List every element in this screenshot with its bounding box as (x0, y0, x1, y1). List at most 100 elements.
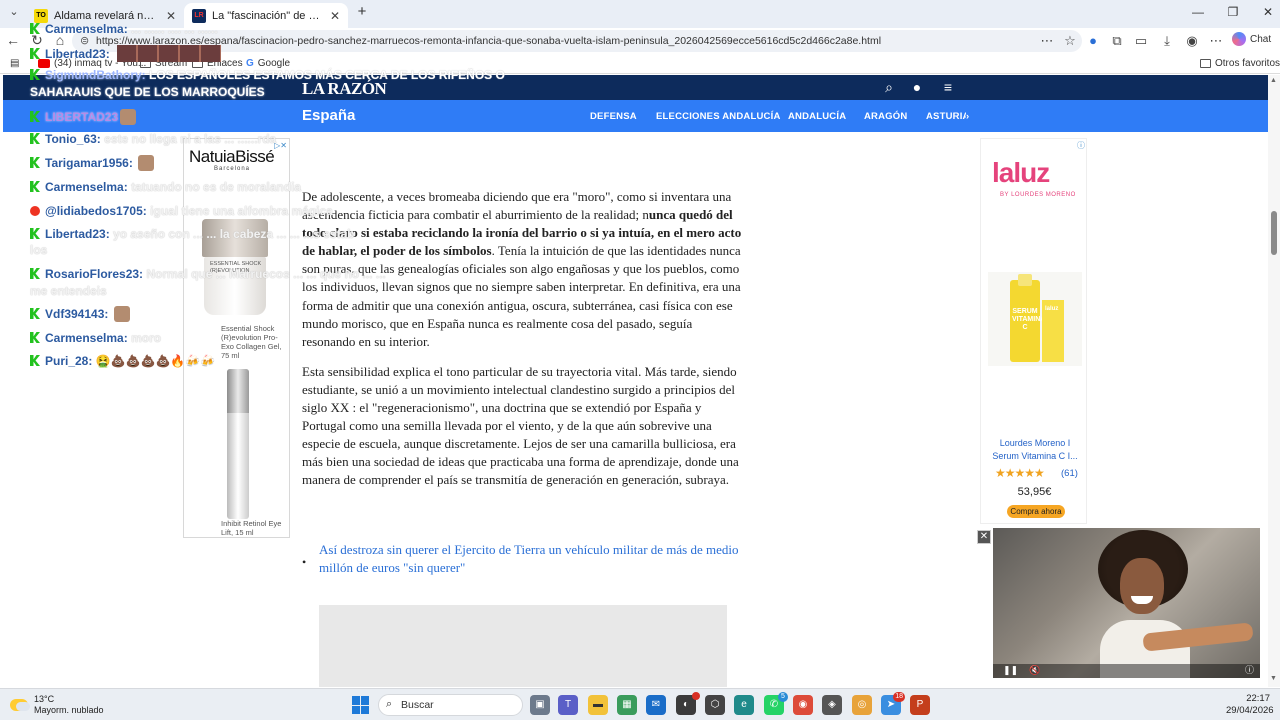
back-icon[interactable]: ← (3, 32, 23, 48)
search-icon: ⌕ (386, 698, 393, 710)
emote-icon (138, 155, 155, 171)
teams-icon[interactable]: T (558, 695, 578, 715)
nav-andalucia[interactable]: ANDALUCÍA (788, 111, 846, 122)
start-button-icon[interactable] (352, 696, 370, 714)
split-screen-icon[interactable]: ▭ (1132, 33, 1150, 49)
app-icon[interactable]: ◐ (676, 692, 700, 715)
weather-temp: 13°C (34, 694, 55, 704)
nav-next-chevron-icon[interactable]: › (966, 111, 969, 122)
user-icon[interactable]: ● (908, 79, 926, 95)
nav-aragon[interactable]: ARAGÓN (864, 111, 907, 122)
chrome-icon[interactable]: ◉ (793, 695, 813, 715)
info-icon[interactable]: ⓘ (1245, 663, 1254, 676)
eye-serum-image[interactable] (227, 369, 249, 519)
restore-icon[interactable]: ❐ (1221, 5, 1245, 19)
ad-brand-sub: BY LOURDES MORENO (1000, 192, 1076, 198)
product-1-name[interactable]: Essential Shock (R)evolution Pro-Exo Col… (221, 324, 287, 360)
extensions-icon[interactable]: ⧉ (1108, 33, 1126, 49)
menu-icon[interactable]: ≡ (939, 79, 957, 95)
search-icon[interactable]: ⌕ (880, 79, 898, 96)
telegram-icon[interactable]: ➤ 18 (881, 692, 905, 715)
mail-icon[interactable]: ✉ (646, 695, 666, 715)
serum-product-image[interactable]: SERUM VITAMINA C laluz (988, 272, 1082, 366)
buy-now-button[interactable]: Compra ahora (1007, 505, 1065, 518)
settings-menu-icon[interactable]: ⋯ (1207, 33, 1225, 49)
kick-icon (30, 69, 40, 80)
adchoices-icon[interactable]: ⓘ (1077, 140, 1085, 151)
tab-close-icon[interactable]: ✕ (330, 9, 340, 23)
mute-icon[interactable]: 🔇 (1029, 665, 1040, 676)
account-avatar-icon[interactable]: ◉ (1183, 33, 1201, 49)
whatsapp-icon[interactable]: ✆ 5 (764, 692, 788, 715)
bottle-cap (1018, 274, 1032, 286)
chat-text: me entendeis (30, 284, 107, 298)
telegram-badge: 18 (893, 692, 905, 702)
site-logo[interactable]: LA RAZÓN (302, 79, 387, 99)
scroll-up-icon[interactable]: ▲ (1270, 77, 1277, 84)
more-options-icon[interactable]: ⋯ (1038, 33, 1056, 49)
tab-close-icon[interactable]: ✕ (166, 9, 176, 23)
chat-message: Vdf394143: (30, 306, 130, 322)
chat-message: LIBERTAD23 (30, 109, 137, 125)
app-icon[interactable]: ◎ (852, 695, 872, 715)
bookmarks-toggle-icon[interactable]: ▤ (10, 58, 19, 69)
nav-defensa[interactable]: DEFENSA (590, 111, 637, 122)
app-icon[interactable]: ◈ (822, 695, 842, 715)
tab-title: La "fascinación" de Pedro Sánchez (212, 9, 324, 22)
tab-search-chevron-icon[interactable]: ⌄ (4, 5, 24, 18)
cloudy-weather-icon (10, 699, 30, 711)
kick-icon (30, 181, 40, 192)
nav-elecciones-andalucia[interactable]: ELECCIONES ANDALUCÍA (656, 111, 781, 122)
natura-bisse-ad[interactable]: ▷✕ NatuiaBissé Barcelona ESSENTIAL SHOCK… (183, 138, 290, 538)
product-2-name[interactable]: Inhibit Retinol Eye Lift, 15 ml (221, 519, 287, 537)
chat-message-continued: los (30, 243, 47, 257)
scroll-down-icon[interactable]: ▼ (1270, 675, 1277, 682)
other-favorites[interactable]: Otros favoritos (1200, 58, 1280, 69)
downloads-icon[interactable]: ⤓ (1158, 33, 1176, 49)
taskbar-clock[interactable]: 22:17 29/04/2026 (1226, 693, 1274, 717)
video-controls: ❚❚ 🔇 ⓘ (993, 664, 1260, 678)
tab-favicon-icon: LR (192, 8, 206, 23)
chat-message: SigmundBathory: LOS ESPAÑOLES ESTAMOS MÁ… (30, 68, 505, 82)
close-window-icon[interactable]: ✕ (1256, 5, 1280, 19)
scroll-thumb[interactable] (1271, 211, 1277, 255)
chat-message: Libertad23: (30, 45, 222, 62)
chat-username: Puri_28 (45, 354, 89, 368)
related-article-link[interactable]: Así destroza sin querer el Ejercito de T… (319, 541, 744, 577)
ad-product-name[interactable]: Lourdes Moreno I Serum Vitamina C I... (987, 437, 1083, 463)
pause-icon[interactable]: ❚❚ (1003, 665, 1018, 676)
windows-taskbar: 13°C Mayorm. nublado ⌕ Buscar ▣ T ▬ ▦ ✉ … (0, 688, 1280, 720)
copilot-chat-button[interactable]: Chat (1232, 32, 1271, 46)
chat-username: RosarioFlores23 (45, 267, 140, 281)
section-title[interactable]: España (302, 107, 355, 124)
favorite-star-icon[interactable]: ☆ (1061, 33, 1079, 49)
weather-widget[interactable]: 13°C Mayorm. nublado (10, 694, 104, 716)
youtube-icon (30, 206, 40, 216)
new-tab-button[interactable]: + (350, 3, 374, 20)
profile-badge-icon[interactable]: ● (1084, 33, 1102, 48)
chat-text: los (30, 243, 48, 257)
search-placeholder: Buscar (401, 699, 434, 711)
web-page: LA RAZÓN ⌕ ● ≡ España DEFENSA ELECCIONES… (3, 75, 1268, 687)
address-bar[interactable]: ⊜ https://www.larazon.es/espana/fascinac… (72, 30, 1082, 52)
nav-asturias[interactable]: ASTURIAS (926, 111, 966, 122)
chat-username: Carmenselma (45, 22, 124, 36)
other-favorites-label: Otros favoritos (1215, 58, 1280, 69)
kick-icon (30, 48, 40, 59)
video-close-icon[interactable]: ✕ (977, 530, 991, 544)
chat-message: RosarioFlores23: Normal que ... Marrueco… (30, 267, 386, 281)
page-scrollbar[interactable]: ▲ ▼ (1268, 75, 1280, 687)
laluz-ad[interactable]: ⓘ laluz BY LOURDES MORENO SERUM VITAMINA… (980, 138, 1087, 524)
edge-browser-icon[interactable]: e (734, 695, 754, 715)
chat-username: Carmenselma (45, 180, 124, 194)
taskbar-search[interactable]: ⌕ Buscar (378, 694, 523, 716)
store-icon[interactable]: ▦ (617, 695, 637, 715)
chat-username: LIBERTAD23 (45, 110, 119, 124)
file-explorer-icon[interactable]: ▬ (588, 695, 608, 715)
tab-favicon-icon: TO (34, 8, 48, 23)
settings-app-icon[interactable]: ⬡ (705, 695, 725, 715)
task-view-icon[interactable]: ▣ (530, 695, 550, 715)
powerpoint-icon[interactable]: P (910, 695, 930, 715)
minimize-icon[interactable]: — (1186, 5, 1210, 19)
video-player[interactable]: ❚❚ 🔇 ⓘ (993, 528, 1260, 678)
